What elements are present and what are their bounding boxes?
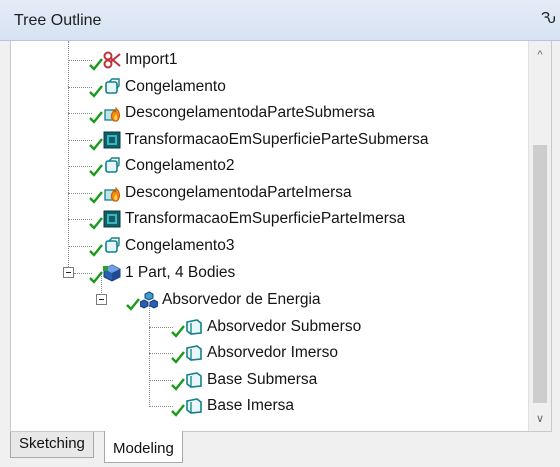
surface-body-icon [186,345,202,361]
tree-item-label: DescongelamentodaParteImersa [125,184,352,201]
tree-line [68,41,69,273]
tree-item-label: Base Imersa [207,397,295,414]
tree-item-absorvedor-submerso[interactable]: Absorvedor Submerso [171,314,361,340]
check-icon [171,325,185,338]
panel-title-bar: Tree Outline Ԅ [0,0,560,41]
tree-item-label: Base Submersa [207,371,318,388]
import-icon [103,51,121,69]
surface-body-icon [186,372,202,388]
check-icon [126,298,140,311]
tree-item-label: Absorvedor Imerso [207,344,338,361]
tree-item-transformacao-imersa[interactable]: TransformacaoEmSuperficieParteImersa [89,206,405,232]
tree-item-congelamento3[interactable]: Congelamento3 [89,233,234,259]
tree-item-label: Congelamento3 [125,237,235,254]
scroll-up-icon[interactable]: ^ [529,49,551,61]
unfreeze-icon [104,106,120,122]
tree-item-body-group[interactable]: Absorvedor de Energia [126,287,321,313]
tree-line [149,327,173,328]
check-icon [89,217,103,230]
tree-item-import1[interactable]: Import1 [89,47,178,73]
tree-item-label: Import1 [125,51,178,68]
pin-icon[interactable]: Ԅ [541,10,556,28]
tree-line [149,380,173,381]
tree-item-transformacao-submersa[interactable]: TransformacaoEmSuperficieParteSubmersa [89,127,429,153]
freeze-icon [105,78,120,94]
check-icon [89,85,103,98]
part-icon [103,264,121,282]
check-icon [89,164,103,177]
tree-item-label: DescongelamentodaParteSubmersa [125,104,375,121]
check-icon [89,58,103,71]
tree-item-label: Absorvedor de Energia [162,291,321,308]
tree-item-congelamento2[interactable]: Congelamento2 [89,153,234,179]
surface-body-icon [186,319,202,335]
tree-item-label: TransformacaoEmSuperficieParteImersa [125,210,406,227]
check-icon [171,404,185,417]
freeze-icon [105,157,120,173]
tree-line [149,305,150,407]
tree-item-base-imersa[interactable]: Base Imersa [171,393,294,419]
check-icon [89,271,103,284]
tree-item-descongelamento-imersa[interactable]: DescongelamentodaParteImersa [89,180,352,206]
tree-item-descongelamento-submersa[interactable]: DescongelamentodaParteSubmersa [89,100,375,126]
tree-item-label: Absorvedor Submerso [207,318,362,335]
tab-bar: Sketching Modeling [10,431,550,463]
check-icon [89,111,103,124]
check-icon [171,351,185,364]
tree-line [149,406,173,407]
tree-item-part[interactable]: 1 Part, 4 Bodies [89,260,235,286]
tree-line [149,353,173,354]
scroll-down-icon[interactable]: ∨ [529,412,551,425]
collapse-toggle-body-group[interactable] [96,294,107,305]
scroll-thumb[interactable] [533,145,547,403]
check-icon [89,244,103,257]
tab-modeling[interactable]: Modeling [104,431,183,463]
tree-outline[interactable]: Import1 Congelamento DescongelamentodaPa… [10,41,552,432]
collapse-toggle-part[interactable] [63,267,74,278]
check-icon [89,191,103,204]
panel-title: Tree Outline [14,12,102,29]
tree-item-absorvedor-imerso[interactable]: Absorvedor Imerso [171,340,338,366]
tree-item-label: TransformacaoEmSuperficieParteSubmersa [125,131,429,148]
unfreeze-icon [104,186,120,202]
tree-item-label: Congelamento2 [125,157,235,174]
tree-item-label: 1 Part, 4 Bodies [125,264,236,281]
tree-item-label: Congelamento [125,78,226,95]
tab-sketching[interactable]: Sketching [10,432,94,458]
multibody-icon [140,291,158,309]
tree-item-congelamento[interactable]: Congelamento [89,74,226,100]
surface-body-icon [186,398,202,414]
freeze-icon [105,237,120,253]
surface-transform-icon [103,131,121,149]
surface-transform-icon [103,210,121,228]
vertical-scrollbar[interactable]: ^ ∨ [528,41,551,431]
check-icon [171,378,185,391]
tree-item-base-submersa[interactable]: Base Submersa [171,367,317,393]
check-icon [89,138,103,151]
